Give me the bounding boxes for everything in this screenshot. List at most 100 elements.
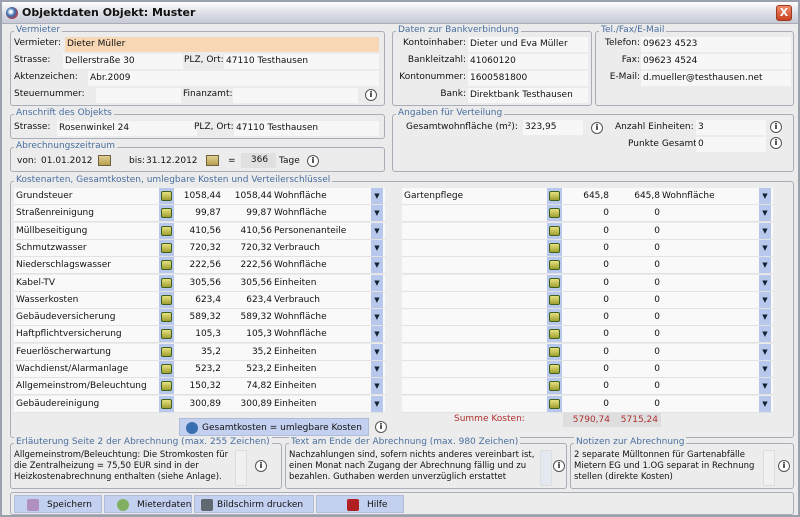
cost-name[interactable]: Allgemeinstrom/Beleuchtung [16, 378, 147, 394]
bis-input[interactable]: 31.12.2012 [146, 156, 198, 166]
verteilerschluessel-select[interactable] [660, 361, 758, 377]
edit-cost-button[interactable] [159, 309, 174, 326]
edit-cost-button[interactable] [547, 361, 562, 377]
umlegbar-value[interactable]: 0 [612, 344, 660, 360]
verteilerschluessel-select[interactable] [660, 223, 758, 239]
einheiten-input[interactable]: 3 [696, 120, 766, 135]
edit-cost-button[interactable] [159, 395, 174, 412]
verteilerschluessel-select[interactable] [660, 205, 758, 221]
scrollbar[interactable] [540, 450, 552, 486]
chevron-down-icon[interactable]: ▼ [371, 326, 383, 343]
edit-cost-button[interactable] [547, 343, 562, 360]
chevron-down-icon[interactable]: ▼ [371, 222, 383, 239]
chevron-down-icon[interactable]: ▼ [371, 309, 383, 326]
calendar-icon[interactable] [206, 155, 219, 166]
verteilerschluessel-select[interactable] [660, 344, 758, 360]
objekt-plz-input[interactable]: 47110 Testhausen [234, 121, 379, 136]
verteilerschluessel-select[interactable] [660, 275, 758, 291]
verteilerschluessel-select[interactable] [660, 309, 758, 325]
edit-cost-button[interactable] [547, 188, 562, 204]
chevron-down-icon[interactable]: ▼ [759, 257, 771, 274]
verteilerschluessel-select[interactable]: Wohnfläche [272, 257, 370, 273]
close-button[interactable]: X [776, 5, 792, 21]
chevron-down-icon[interactable]: ▼ [371, 378, 383, 395]
verteilerschluessel-select[interactable]: Einheiten [272, 275, 370, 291]
cost-name[interactable]: Haftpflichtversicherung [16, 326, 122, 342]
verteilerschluessel-select[interactable] [660, 257, 758, 273]
flaeche-input[interactable]: 323,95 [523, 120, 583, 135]
verteilerschluessel-select[interactable]: Einheiten [272, 378, 370, 394]
chevron-down-icon[interactable]: ▼ [371, 274, 383, 291]
chevron-down-icon[interactable]: ▼ [371, 343, 383, 360]
chevron-down-icon[interactable]: ▼ [371, 239, 383, 256]
gesamtkosten-value[interactable]: 0 [562, 205, 612, 222]
gesamtkosten-value[interactable]: 410,56 [174, 222, 224, 239]
umlegbar-value[interactable]: 74,82 [224, 378, 272, 394]
gesamtkosten-value[interactable]: 150,32 [174, 378, 224, 395]
chevron-down-icon[interactable]: ▼ [759, 361, 771, 377]
erlaeuterung-textarea[interactable]: Allgemeinstrom/Beleuchtung: Die Stromkos… [14, 450, 232, 486]
umlegbar-value[interactable]: 305,56 [224, 275, 273, 291]
edit-cost-button[interactable] [159, 239, 174, 256]
edit-cost-button[interactable] [547, 309, 562, 326]
info-icon[interactable]: i [365, 89, 377, 101]
gesamtkosten-value[interactable]: 0 [562, 378, 612, 395]
speichern-button[interactable]: Speichern [14, 495, 102, 513]
plz-input[interactable]: 47110 Testhausen [224, 54, 379, 69]
gesamtkosten-value[interactable]: 0 [562, 257, 612, 274]
umlegbar-value[interactable]: 0 [612, 275, 660, 291]
gesamtkosten-value[interactable]: 720,32 [174, 239, 224, 256]
kontonummer-input[interactable]: 1600581800 [468, 71, 588, 86]
info-icon[interactable]: i [591, 122, 603, 134]
umlegbar-value[interactable]: 720,32 [224, 240, 273, 256]
umlegbar-value[interactable]: 1058,44 [224, 188, 272, 204]
info-icon[interactable]: i [375, 421, 387, 433]
chevron-down-icon[interactable]: ▼ [759, 205, 771, 222]
umlegbar-value[interactable]: 0 [612, 396, 660, 412]
gesamtkosten-value[interactable]: 523,2 [174, 361, 224, 377]
telefon-input[interactable]: 09623 4523 [641, 37, 791, 52]
info-icon[interactable]: i [770, 137, 782, 149]
edit-cost-button[interactable] [547, 395, 562, 412]
verteilerschluessel-select[interactable]: Verbrauch [272, 240, 370, 256]
chevron-down-icon[interactable]: ▼ [759, 378, 771, 395]
edit-cost-button[interactable] [159, 291, 174, 308]
chevron-down-icon[interactable]: ▼ [371, 205, 383, 222]
cost-name[interactable]: Wachdienst/Alarmanlage [16, 361, 128, 377]
chevron-down-icon[interactable]: ▼ [759, 343, 771, 360]
edit-cost-button[interactable] [159, 222, 174, 239]
info-icon[interactable]: i [553, 460, 565, 472]
umlegbar-value[interactable]: 0 [612, 205, 660, 221]
cost-name[interactable]: Straßenreinigung [16, 205, 94, 221]
edit-cost-button[interactable] [159, 274, 174, 291]
gesamtkosten-value[interactable]: 0 [562, 291, 612, 308]
chevron-down-icon[interactable]: ▼ [759, 309, 771, 326]
umlegbar-value[interactable]: 0 [612, 292, 660, 308]
umlegbar-value[interactable]: 645,8 [612, 188, 660, 204]
edit-cost-button[interactable] [547, 222, 562, 239]
umlegbar-value[interactable]: 35,2 [224, 344, 272, 360]
cost-name[interactable]: Gartenpflege [404, 188, 463, 204]
chevron-down-icon[interactable]: ▼ [759, 274, 771, 291]
umlegbar-value[interactable]: 0 [612, 257, 660, 273]
gesamtkosten-value[interactable]: 645,8 [562, 188, 612, 204]
edit-cost-button[interactable] [547, 291, 562, 308]
cost-name[interactable]: Wasserkosten [16, 292, 78, 308]
textende-textarea[interactable]: Nachzahlungen sind, sofern nichts andere… [289, 450, 539, 486]
gesamtkosten-value[interactable]: 0 [562, 395, 612, 412]
umlegbar-value[interactable]: 0 [612, 361, 660, 377]
gesamtkosten-value[interactable]: 623,4 [174, 291, 224, 308]
chevron-down-icon[interactable]: ▼ [371, 291, 383, 308]
verteilerschluessel-select[interactable]: Verbrauch [272, 292, 370, 308]
gesamtkosten-value[interactable]: 99,87 [174, 205, 224, 222]
edit-cost-button[interactable] [547, 257, 562, 274]
cost-name[interactable]: Grundsteuer [16, 188, 73, 204]
chevron-down-icon[interactable]: ▼ [759, 188, 771, 204]
vermieter-input[interactable]: Dieter Müller [65, 37, 379, 52]
verteilerschluessel-select[interactable] [660, 326, 758, 342]
umlegbar-value[interactable]: 300,89 [224, 396, 273, 412]
gesamtkosten-value[interactable]: 1058,44 [174, 188, 224, 204]
umlegbar-value[interactable]: 523,2 [224, 361, 272, 377]
chevron-down-icon[interactable]: ▼ [759, 291, 771, 308]
strasse-input[interactable]: Dellerstraße 30 [63, 54, 183, 69]
